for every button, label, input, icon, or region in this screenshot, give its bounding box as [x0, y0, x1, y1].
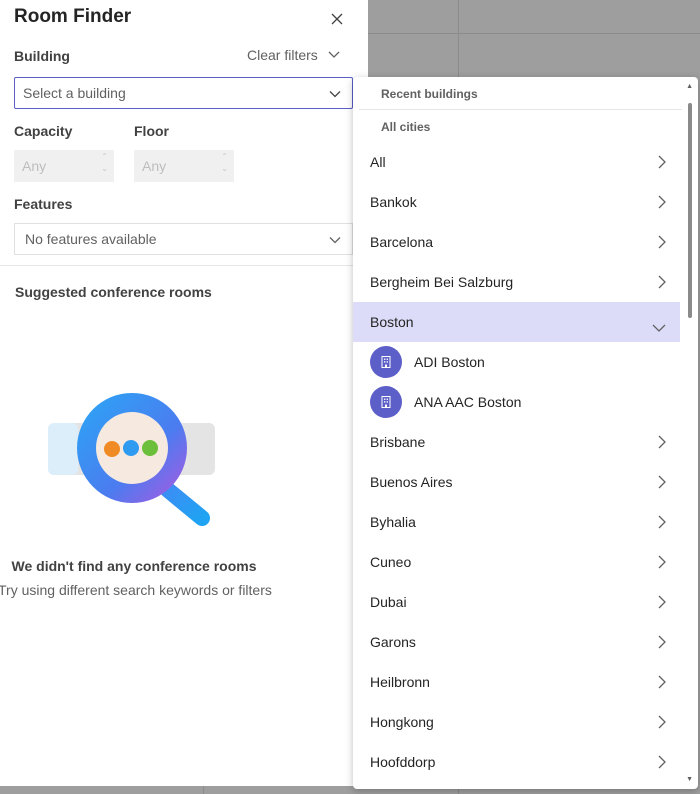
- city-item-brisbane[interactable]: Brisbane: [353, 422, 680, 462]
- chevron-down-icon: [652, 319, 666, 335]
- clear-filters-label: Clear filters: [247, 47, 318, 63]
- chevron-right-icon: [658, 555, 666, 572]
- building-label: ANA AAC Boston: [414, 394, 522, 410]
- scroll-down-arrow-icon[interactable]: ▼: [686, 776, 693, 783]
- chevron-right-icon: [658, 435, 666, 452]
- building-dropdown[interactable]: ▲ ▼ Recent buildings All cities All Banko…: [353, 77, 698, 789]
- chevron-right-icon: [658, 235, 666, 252]
- floor-label: Floor: [134, 123, 169, 139]
- city-label: Brisbane: [370, 434, 426, 450]
- city-label: Hongkong: [370, 714, 434, 730]
- chevron-right-icon: [658, 515, 666, 532]
- scrollbar-thumb[interactable]: [688, 103, 692, 318]
- chevron-right-icon: [658, 155, 666, 172]
- city-label: Byhalia: [370, 514, 416, 530]
- city-item-hoofddorp[interactable]: Hoofddorp: [353, 742, 680, 782]
- panel-title: Room Finder: [14, 6, 132, 27]
- city-label: Boston: [370, 314, 414, 330]
- building-label: Building: [14, 48, 70, 64]
- empty-search-illustration: [48, 393, 215, 526]
- recent-buildings-header: Recent buildings: [381, 87, 478, 101]
- city-label: Cuneo: [370, 554, 412, 570]
- chevron-right-icon: [658, 195, 666, 212]
- chevron-right-icon: [658, 475, 666, 492]
- capacity-label: Capacity: [14, 123, 73, 139]
- city-label: Barcelona: [370, 234, 434, 250]
- city-item-dubai[interactable]: Dubai: [353, 582, 680, 622]
- chevron-right-icon: [658, 635, 666, 652]
- capacity-stepper[interactable]: Any ⌃ ⌄: [14, 150, 114, 182]
- building-label: ADI Boston: [414, 354, 485, 370]
- stepper-down-icon[interactable]: ⌄: [221, 165, 228, 173]
- city-item-bankok[interactable]: Bankok: [353, 182, 680, 222]
- chevron-right-icon: [658, 755, 666, 772]
- city-label: Bergheim Bei Salzburg: [370, 274, 514, 290]
- building-icon: [370, 386, 402, 418]
- city-item-cuneo[interactable]: Cuneo: [353, 542, 680, 582]
- scroll-up-arrow-icon[interactable]: ▲: [686, 83, 693, 90]
- city-item-garons[interactable]: Garons: [353, 622, 680, 662]
- city-item-all[interactable]: All: [353, 142, 680, 182]
- features-label: Features: [14, 196, 73, 212]
- features-select[interactable]: No features available: [14, 223, 353, 255]
- building-search-input[interactable]: [23, 85, 313, 101]
- chevron-right-icon: [658, 675, 666, 692]
- chevron-down-icon[interactable]: [328, 87, 342, 101]
- city-label: All: [370, 154, 386, 170]
- all-cities-header: All cities: [381, 120, 431, 134]
- divider: [0, 265, 368, 266]
- city-item-buenos-aires[interactable]: Buenos Aires: [353, 462, 680, 502]
- clear-filters-button[interactable]: Clear filters: [247, 47, 340, 63]
- city-label: Dubai: [370, 594, 407, 610]
- empty-state-title: We didn't find any conference rooms: [11, 558, 257, 574]
- stepper-up-icon[interactable]: ⌃: [221, 153, 228, 161]
- room-finder-panel: Room Finder Building Clear filters Capac…: [0, 0, 368, 786]
- floor-stepper[interactable]: Any ⌃ ⌄: [134, 150, 234, 182]
- city-item-barcelona[interactable]: Barcelona: [353, 222, 680, 262]
- stepper-up-icon[interactable]: ⌃: [101, 153, 108, 161]
- building-select[interactable]: [14, 77, 353, 109]
- city-item-hongkong[interactable]: Hongkong: [353, 702, 680, 742]
- empty-state-subtitle: Try using different search keywords or f…: [0, 582, 272, 598]
- city-label: Buenos Aires: [370, 474, 453, 490]
- close-button[interactable]: [326, 8, 348, 30]
- city-label: Bankok: [370, 194, 417, 210]
- stepper-down-icon[interactable]: ⌄: [101, 165, 108, 173]
- divider: [359, 109, 682, 110]
- chevron-down-icon: [328, 51, 340, 58]
- city-item-byhalia[interactable]: Byhalia: [353, 502, 680, 542]
- building-item[interactable]: ANA AAC Boston: [353, 382, 680, 422]
- chevron-right-icon: [658, 275, 666, 292]
- close-icon: [331, 13, 343, 25]
- city-item-heilbronn[interactable]: Heilbronn: [353, 662, 680, 702]
- floor-value: Any: [142, 158, 167, 174]
- city-label: Heilbronn: [370, 674, 430, 690]
- suggested-rooms-heading: Suggested conference rooms: [15, 284, 212, 300]
- chevron-down-icon: [329, 237, 341, 244]
- city-label: Hoofddorp: [370, 754, 436, 770]
- building-icon: [370, 346, 402, 378]
- chevron-right-icon: [658, 595, 666, 612]
- city-list: All Bankok Barcelona Bergheim Bei Salzburg B…: [353, 142, 680, 782]
- chevron-right-icon: [658, 715, 666, 732]
- city-label: Garons: [370, 634, 416, 650]
- features-value: No features available: [25, 231, 157, 247]
- city-item-boston[interactable]: Boston: [353, 302, 680, 342]
- building-item[interactable]: ADI Boston: [353, 342, 680, 382]
- city-item-bergheim-bei-salzburg[interactable]: Bergheim Bei Salzburg: [353, 262, 680, 302]
- capacity-value: Any: [22, 158, 47, 174]
